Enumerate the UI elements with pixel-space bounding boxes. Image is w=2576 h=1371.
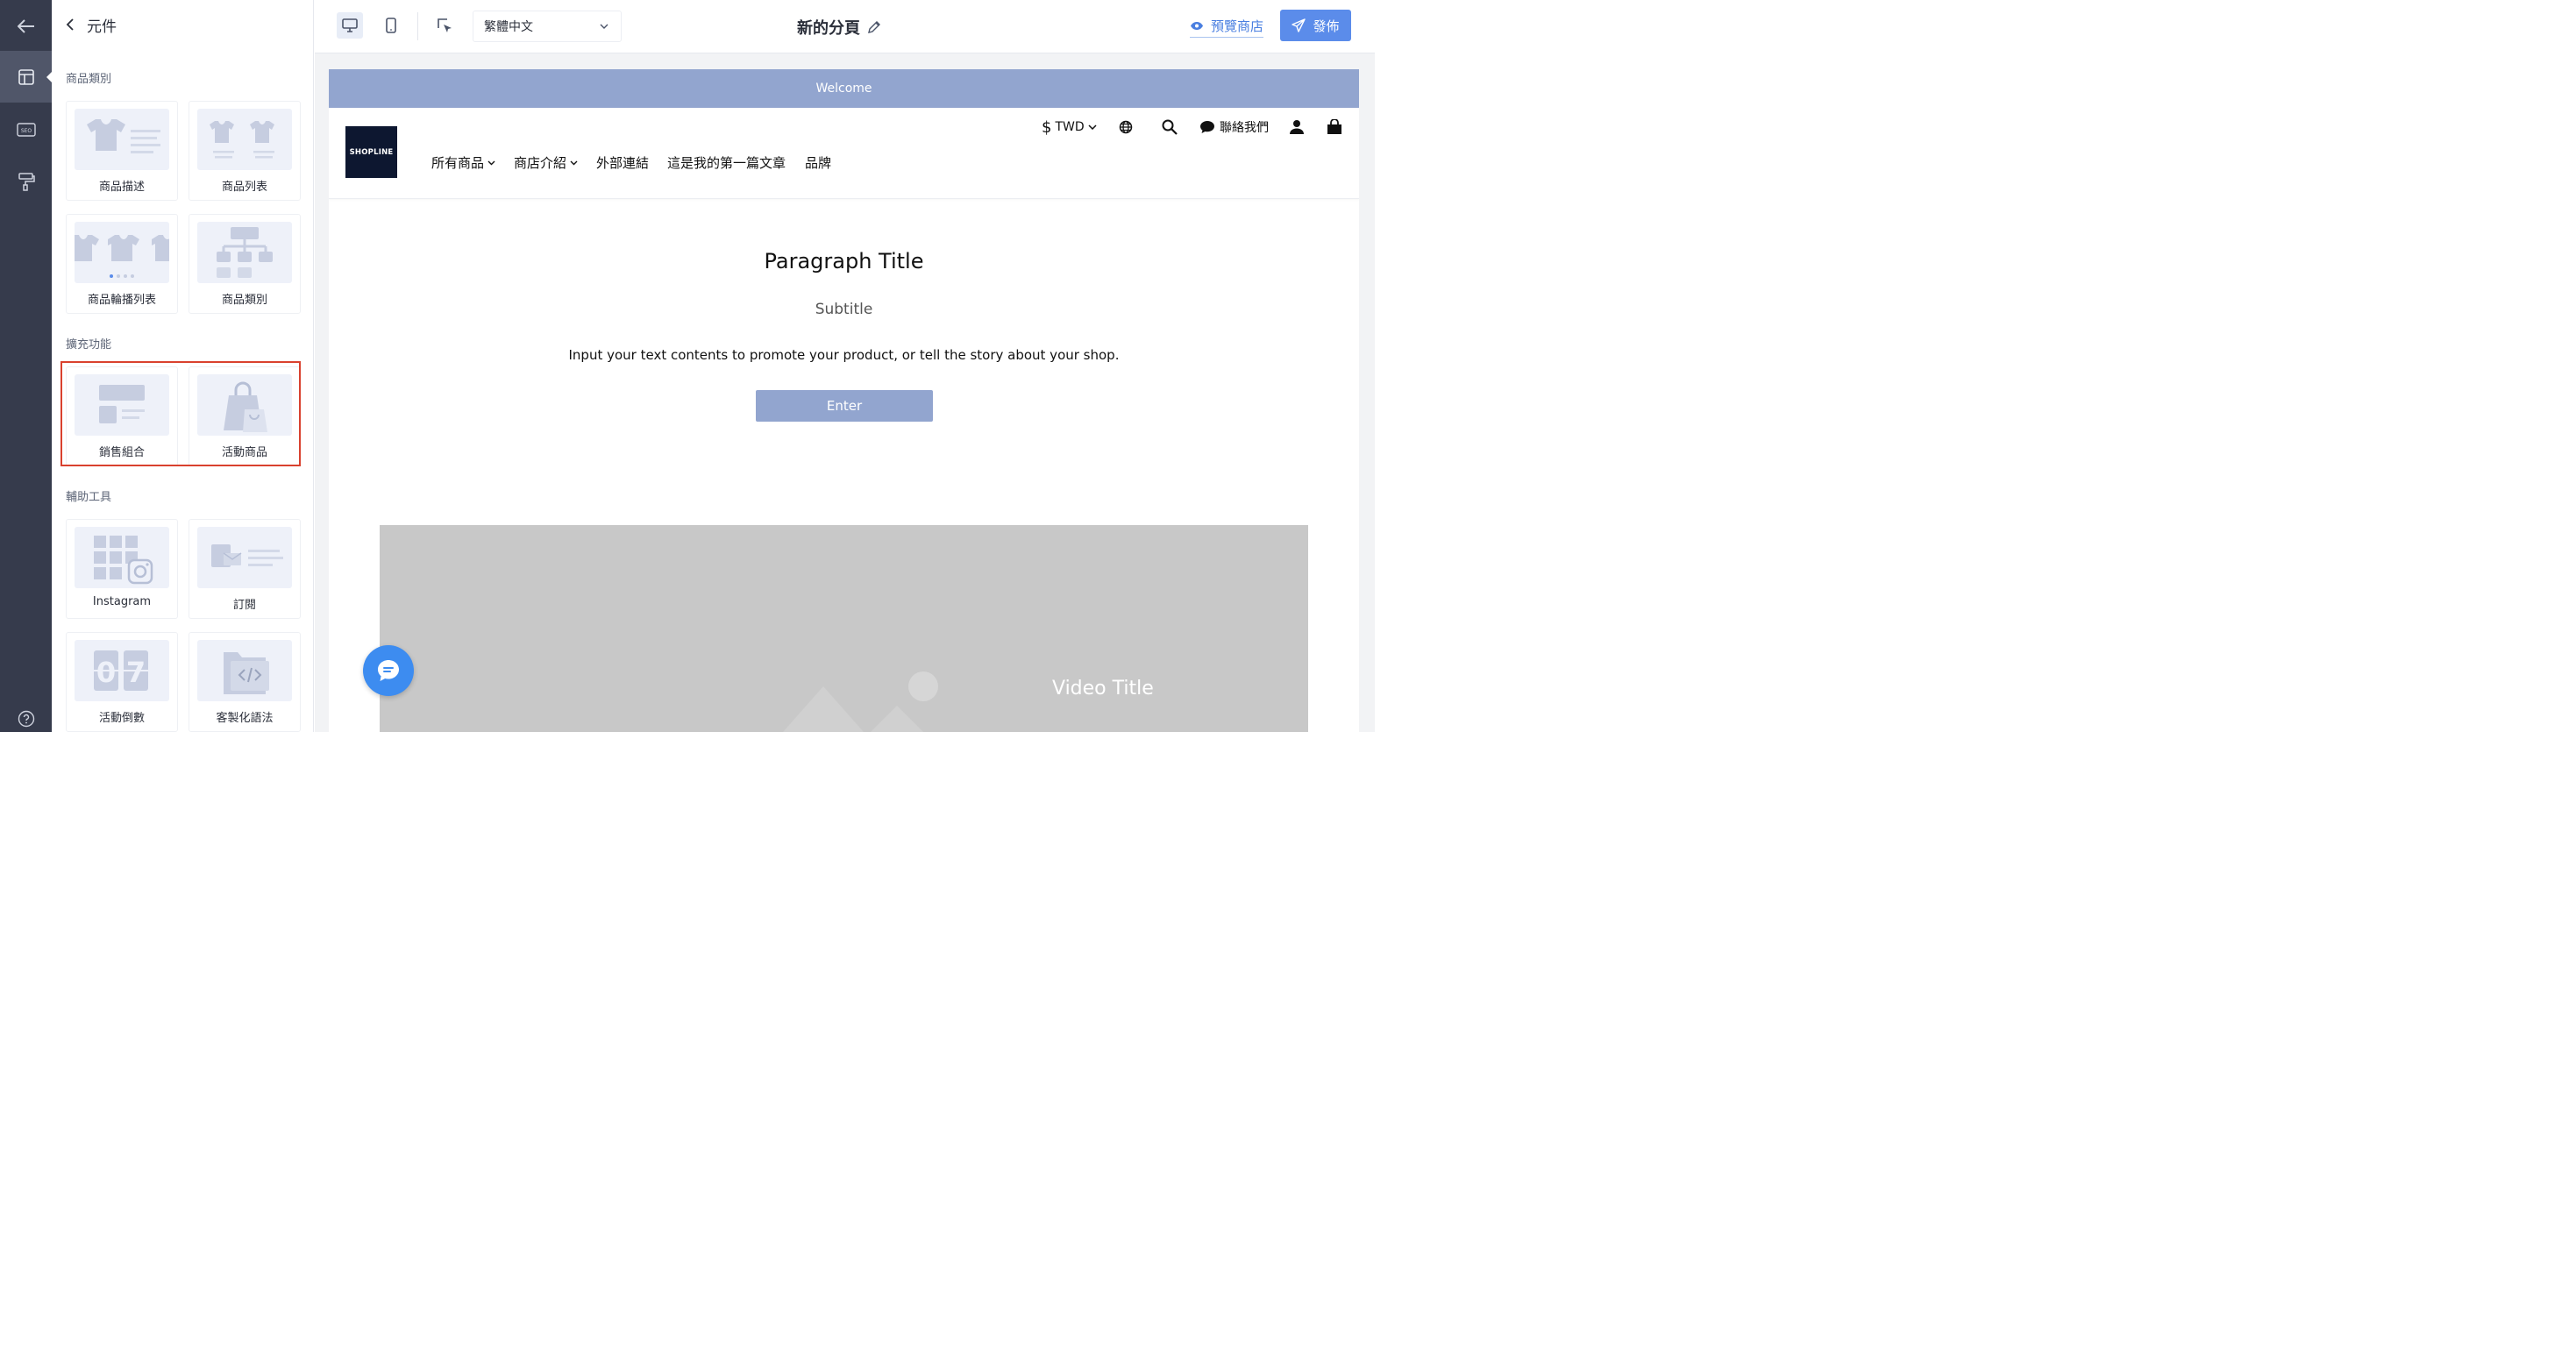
code-folder-icon — [197, 640, 292, 701]
store-logo[interactable]: SHOPLINE — [345, 126, 397, 178]
paint-roller-icon[interactable] — [0, 155, 52, 207]
chevron-left-icon — [66, 18, 74, 31]
preview-label: 預覽商店 — [1211, 18, 1264, 34]
card-label: 訂閱 — [232, 599, 256, 612]
panel-back-button[interactable]: 元件 — [66, 12, 117, 37]
video-block[interactable]: Video Title — [380, 525, 1308, 732]
page-title-text: 新的分頁 — [797, 19, 860, 38]
component-card-custom-code[interactable]: 客製化語法 — [189, 632, 301, 732]
component-card-subscribe[interactable]: 訂閱 — [189, 519, 301, 619]
card-label: Instagram — [92, 595, 152, 608]
currency-value: TWD — [1055, 120, 1085, 134]
chat-icon — [1200, 121, 1214, 133]
panel-title: 元件 — [87, 18, 117, 36]
component-card-countdown[interactable]: 0 7 活動倒數 — [66, 632, 178, 732]
card-label: 客製化語法 — [216, 712, 274, 725]
section-label-extensions: 擴充功能 — [66, 338, 112, 352]
layout-icon[interactable] — [0, 51, 53, 103]
component-card-product-category[interactable]: 商品類別 — [189, 214, 301, 314]
chat-bubble-icon — [378, 660, 399, 681]
section-label-product: 商品類別 — [66, 73, 112, 86]
svg-text:0: 0 — [96, 656, 116, 689]
nav-item-first-article[interactable]: 這是我的第一篇文章 — [667, 153, 786, 172]
component-card-product-list[interactable]: 商品列表 — [189, 101, 301, 201]
svg-text:7: 7 — [126, 656, 146, 689]
contact-label: 聯絡我們 — [1220, 121, 1269, 135]
select-cursor-icon[interactable] — [431, 12, 458, 39]
left-rail: SEO — [0, 0, 53, 732]
chevron-down-icon — [1088, 124, 1097, 130]
card-label: 商品列表 — [221, 181, 267, 194]
video-title[interactable]: Video Title — [1052, 678, 1154, 700]
chat-widget-button[interactable] — [363, 645, 414, 696]
announcement-bar[interactable]: Welcome — [329, 69, 1359, 108]
paragraph-subtitle[interactable]: Subtitle — [329, 301, 1359, 318]
chevron-down-icon — [600, 24, 608, 29]
hierarchy-icon — [197, 222, 292, 283]
svg-text:SEO: SEO — [20, 128, 32, 134]
contact-us-link[interactable]: 聯絡我們 — [1199, 118, 1269, 136]
nav-label: 品牌 — [805, 155, 832, 171]
nav-label: 這是我的第一篇文章 — [667, 155, 786, 171]
paragraph-body[interactable]: Input your text contents to promote your… — [329, 347, 1359, 363]
chevron-down-icon — [570, 160, 578, 165]
language-value: 繁體中文 — [484, 20, 533, 34]
back-arrow-icon[interactable] — [0, 0, 52, 52]
countdown-icon: 0 7 — [75, 640, 169, 701]
page-title[interactable]: 新的分頁 — [797, 16, 881, 39]
globe-icon[interactable] — [1119, 118, 1133, 136]
nav-item-brand[interactable]: 品牌 — [805, 153, 831, 172]
shirt-icon — [75, 109, 169, 170]
mobile-view-icon[interactable] — [378, 12, 404, 39]
carousel-icon — [75, 222, 169, 283]
preview-store-link[interactable]: 預覽商店 — [1190, 17, 1264, 38]
paper-plane-icon — [1292, 18, 1306, 32]
currency-selector[interactable]: $ TWD — [1042, 117, 1097, 137]
nav-item-external-links[interactable]: 外部連結 — [596, 153, 649, 172]
toolbar-divider — [417, 12, 418, 40]
search-icon[interactable] — [1162, 118, 1178, 136]
highlight-box — [60, 361, 301, 466]
language-select[interactable]: 繁體中文 — [473, 11, 622, 42]
pencil-icon[interactable] — [867, 20, 881, 34]
component-card-product-description[interactable]: 商品描述 — [66, 101, 178, 201]
component-card-product-carousel[interactable]: 商品輪播列表 — [66, 214, 178, 314]
image-placeholder-icon — [783, 671, 938, 732]
seo-icon[interactable]: SEO — [0, 103, 52, 155]
section-label-tools: 輔助工具 — [66, 491, 112, 504]
chevron-down-icon — [487, 160, 495, 165]
editor-toolbar: 繁體中文 新的分頁 預覽商店 發佈 — [315, 0, 1375, 53]
shirts-list-icon — [197, 109, 292, 170]
publish-label: 發佈 — [1313, 18, 1340, 34]
card-label: 活動倒數 — [98, 712, 145, 725]
nav-label: 商店介紹 — [514, 155, 567, 171]
enter-button[interactable]: Enter — [756, 390, 933, 422]
cart-icon[interactable] — [1327, 118, 1342, 136]
desktop-view-icon[interactable] — [337, 12, 363, 39]
card-label: 商品描述 — [98, 181, 145, 194]
help-icon[interactable] — [0, 693, 52, 744]
store-header[interactable]: SHOPLINE 所有商品 商店介紹 外部連結 這是我的第一篇文章 品牌 $ T… — [329, 108, 1359, 199]
nav-item-store-intro[interactable]: 商店介紹 — [514, 153, 578, 172]
account-icon[interactable] — [1289, 118, 1305, 136]
paragraph-title[interactable]: Paragraph Title — [329, 249, 1359, 273]
component-card-instagram[interactable]: Instagram — [66, 519, 178, 619]
nav-item-all-products[interactable]: 所有商品 — [431, 153, 495, 172]
nav-label: 所有商品 — [431, 155, 485, 171]
subscribe-icon — [197, 527, 292, 588]
publish-button[interactable]: 發佈 — [1280, 10, 1351, 41]
card-label: 商品輪播列表 — [87, 294, 156, 307]
instagram-icon — [75, 527, 169, 588]
store-preview: Welcome SHOPLINE 所有商品 商店介紹 外部連結 這是我的第一篇文… — [329, 69, 1359, 732]
nav-label: 外部連結 — [596, 155, 650, 171]
currency-symbol: $ — [1042, 117, 1052, 137]
eye-icon — [1191, 22, 1203, 30]
card-label: 商品類別 — [221, 294, 267, 307]
